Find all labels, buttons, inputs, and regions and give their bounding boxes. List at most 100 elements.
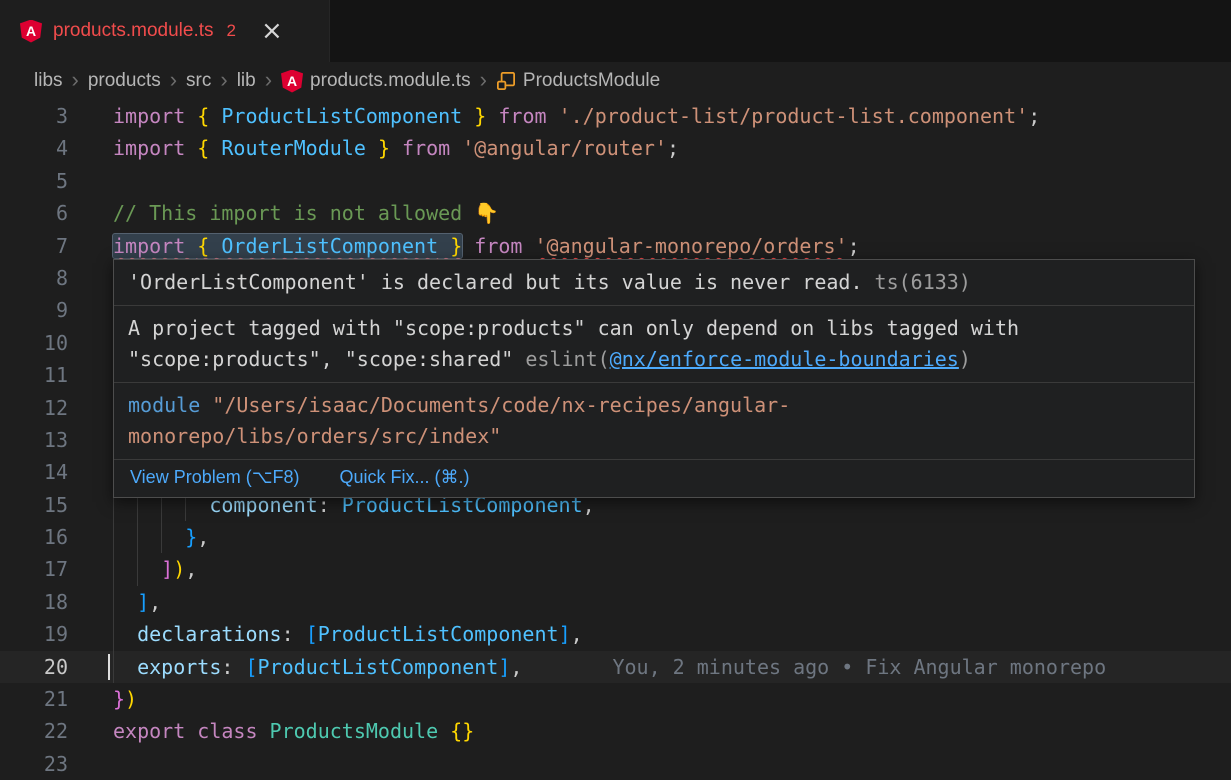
line-number[interactable]: 7 <box>0 230 68 262</box>
code-token: module <box>128 393 212 417</box>
code-token <box>113 525 185 549</box>
line-number[interactable]: 20 <box>0 651 68 683</box>
code-line-6[interactable]: 6 // This import is not allowed 👇 <box>0 197 1231 229</box>
line-number[interactable]: 18 <box>0 586 68 618</box>
code-token: } <box>378 136 390 160</box>
code-token: RouterModule <box>221 136 366 160</box>
code-token: ) <box>959 347 971 371</box>
line-number[interactable]: 22 <box>0 715 68 747</box>
code-token <box>366 136 378 160</box>
code-line-3[interactable]: 3import { ProductListComponent } from '.… <box>0 100 1231 132</box>
angular-icon: A <box>281 70 303 93</box>
code-line-16[interactable]: 16 }, <box>0 521 1231 553</box>
chevron-right-icon: › <box>265 69 272 94</box>
code-text <box>113 748 1231 780</box>
code-text: import { RouterModule } from '@angular/r… <box>113 132 1231 164</box>
code-line-17[interactable]: 17 ]), <box>0 553 1231 585</box>
code-token: ProductListComponent <box>258 655 499 679</box>
code-token: ] <box>137 590 149 614</box>
line-number[interactable]: 17 <box>0 553 68 585</box>
code-line-20[interactable]: 20 exports: [ProductListComponent],You, … <box>0 651 1231 683</box>
angular-icon: A <box>20 20 42 43</box>
breadcrumb: libs›products›src›lib›Aproducts.module.t… <box>0 62 1231 100</box>
code-token: [ <box>245 655 257 679</box>
breadcrumb-item-lib[interactable]: lib <box>237 70 256 92</box>
code-line-19[interactable]: 19 declarations: [ProductListComponent], <box>0 618 1231 650</box>
code-token: } <box>474 104 486 128</box>
indent-guide <box>113 651 114 683</box>
line-number[interactable]: 9 <box>0 294 68 326</box>
code-line-23[interactable]: 23 <box>0 748 1231 780</box>
hover-section-1: 'OrderListComponent' is declared but its… <box>114 260 1194 306</box>
code-text: import { OrderListComponent } from '@ang… <box>113 230 1231 262</box>
breadcrumb-item-products[interactable]: products <box>88 70 161 92</box>
code-line-21[interactable]: 21}) <box>0 683 1231 715</box>
breadcrumb-item-productsmodule[interactable]: ProductsModule <box>496 70 660 92</box>
code-text: declarations: [ProductListComponent], <box>113 618 1231 650</box>
code-line-22[interactable]: 22export class ProductsModule {} <box>0 715 1231 747</box>
line-number[interactable]: 12 <box>0 392 68 424</box>
code-text: // This import is not allowed 👇 <box>113 197 1231 229</box>
angular-icon-letter: A <box>26 24 36 38</box>
hover-text-line: 'OrderListComponent' is declared but its… <box>128 267 1180 298</box>
view-problem-action[interactable]: View Problem (⌥F8) <box>130 467 299 488</box>
git-blame-annotation: You, 2 minutes ago • Fix Angular monorep… <box>612 655 1106 679</box>
code-token: [ <box>306 622 318 646</box>
close-icon[interactable]: × <box>261 18 283 44</box>
breadcrumb-item-src[interactable]: src <box>186 70 211 92</box>
chevron-right-icon: › <box>170 69 177 94</box>
line-number[interactable]: 15 <box>0 489 68 521</box>
code-token <box>438 719 450 743</box>
code-text: ]), <box>113 553 1231 585</box>
code-token: OrderListComponent <box>221 234 438 258</box>
line-number[interactable]: 14 <box>0 456 68 488</box>
code-token: ProductListComponent <box>221 104 462 128</box>
code-token <box>113 590 137 614</box>
code-token: ] <box>498 655 510 679</box>
line-number[interactable]: 3 <box>0 100 68 132</box>
line-number[interactable]: 10 <box>0 327 68 359</box>
line-number[interactable]: 6 <box>0 197 68 229</box>
code-token: declarations <box>137 622 282 646</box>
code-token <box>113 655 137 679</box>
code-token: eslint( <box>525 347 609 371</box>
code-token: ProductListComponent <box>318 622 559 646</box>
line-number[interactable]: 19 <box>0 618 68 650</box>
code-token: '@angular-monorepo/orders' <box>535 234 848 258</box>
line-number[interactable]: 5 <box>0 165 68 197</box>
breadcrumb-item-libs[interactable]: libs <box>34 70 63 92</box>
hover-text-line: module "/Users/isaac/Documents/code/nx-r… <box>128 390 1180 421</box>
line-number[interactable]: 23 <box>0 748 68 780</box>
code-token <box>390 136 402 160</box>
code-line-5[interactable]: 5 <box>0 165 1231 197</box>
line-number[interactable]: 13 <box>0 424 68 456</box>
breadcrumb-item-products-module-ts[interactable]: Aproducts.module.ts <box>281 70 471 93</box>
line-number[interactable]: 8 <box>0 262 68 294</box>
code-line-7[interactable]: 7 import { OrderListComponent } from '@an… <box>0 230 1231 262</box>
code-text: }) <box>113 683 1231 715</box>
code-token: ; <box>667 136 679 160</box>
code-token: ; <box>848 234 860 258</box>
code-line-18[interactable]: 18 ], <box>0 586 1231 618</box>
code-line-4[interactable]: 4 import { RouterModule } from '@angular/… <box>0 132 1231 164</box>
quick-fix-action[interactable]: Quick Fix... (⌘.) <box>339 467 469 488</box>
line-number[interactable]: 16 <box>0 521 68 553</box>
code-token: ; <box>1028 104 1040 128</box>
line-number[interactable]: 21 <box>0 683 68 715</box>
error-squiggle-range: '@angular-monorepo/orders' <box>535 234 848 258</box>
breadcrumb-label: products.module.ts <box>310 70 471 92</box>
code-token: 👇 <box>474 201 499 225</box>
indent-guide <box>113 521 114 553</box>
line-number[interactable]: 4 <box>0 132 68 164</box>
breadcrumb-label: ProductsModule <box>523 70 660 92</box>
code-token: export <box>113 719 197 743</box>
eslint-rule-link[interactable]: @nx/enforce-module-boundaries <box>610 347 959 371</box>
code-token: './product-list/product-list.component' <box>559 104 1029 128</box>
code-token: // This import is not allowed <box>113 201 474 225</box>
code-token: ) <box>125 687 137 711</box>
code-token <box>486 104 498 128</box>
line-number[interactable]: 11 <box>0 359 68 391</box>
class-symbol-icon <box>496 71 516 91</box>
tab-products-module-ts[interactable]: A products.module.ts 2 × <box>0 0 330 62</box>
code-token: , <box>149 590 161 614</box>
